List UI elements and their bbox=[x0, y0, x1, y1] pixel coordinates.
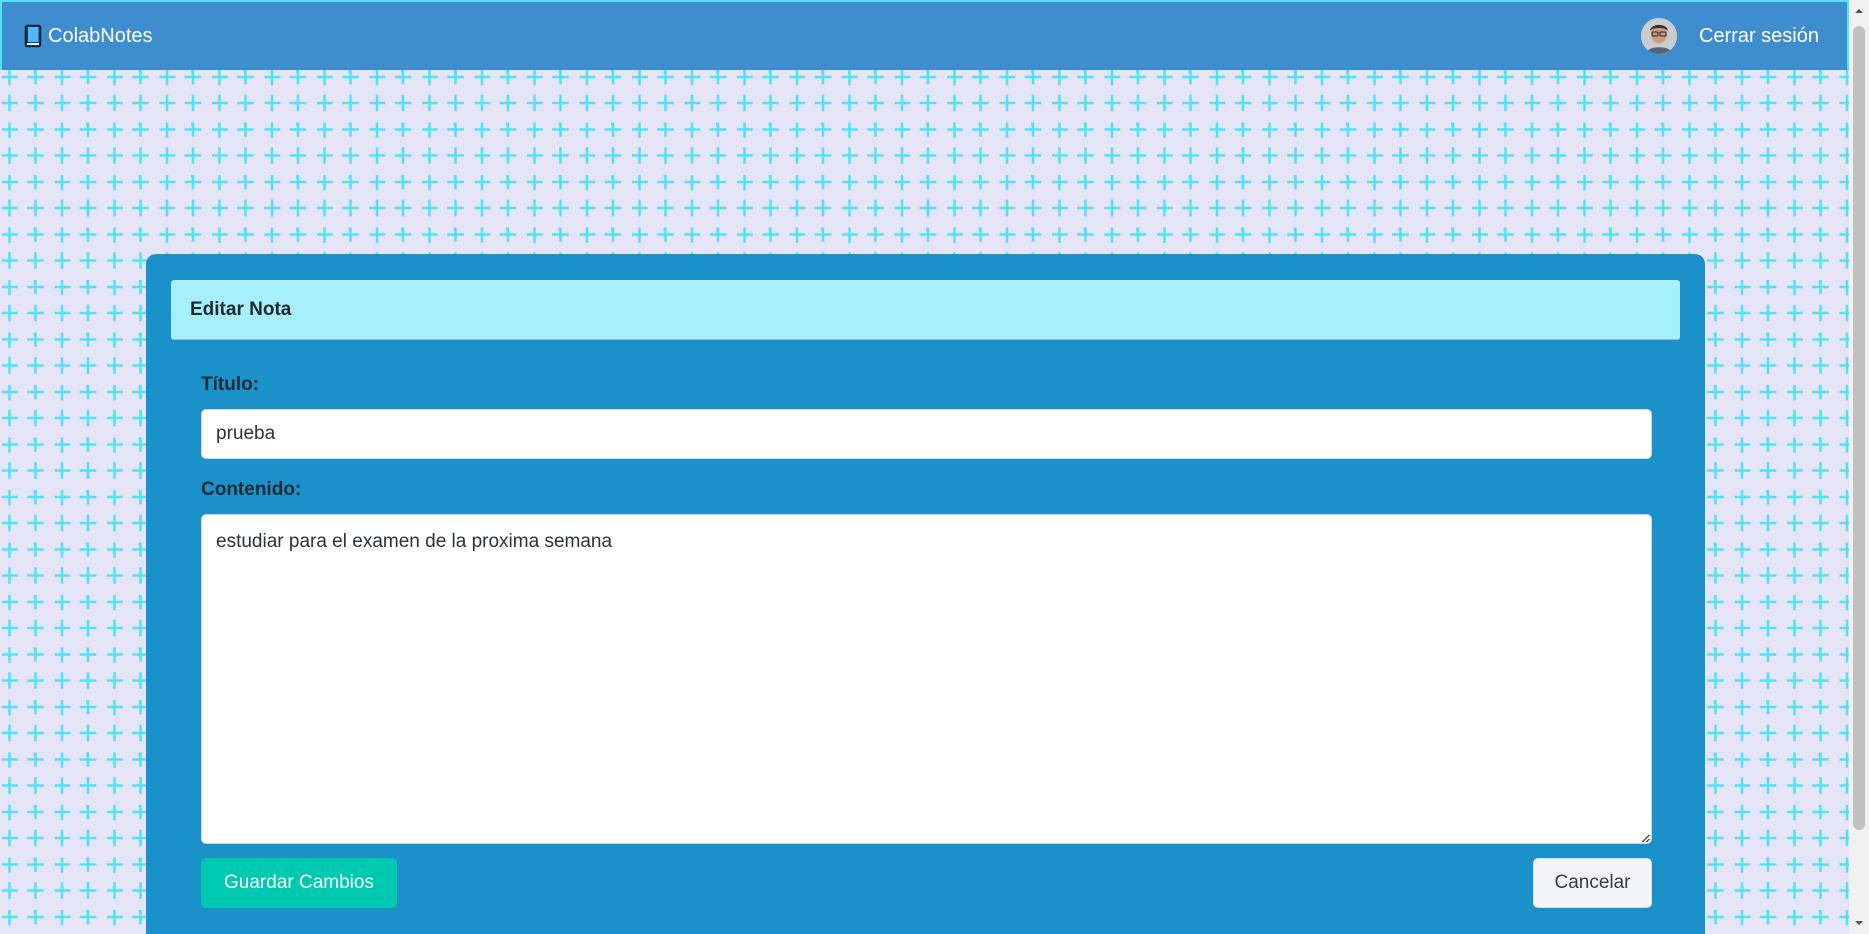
logout-link[interactable]: Cerrar sesión bbox=[1699, 25, 1819, 48]
top-navbar: ColabNotes Cerrar sesión bbox=[2, 2, 1847, 70]
cancel-button[interactable]: Cancelar bbox=[1533, 858, 1652, 908]
page-background: ColabNotes Cerrar sesión Editar Nota Tít… bbox=[0, 0, 1849, 934]
scrollbar-thumb[interactable] bbox=[1853, 26, 1865, 830]
brand-name: ColabNotes bbox=[48, 24, 153, 47]
book-icon bbox=[24, 24, 42, 48]
title-label: Título: bbox=[201, 374, 260, 395]
scroll-down-arrow-icon[interactable] bbox=[1849, 914, 1869, 932]
nav-right-group: Cerrar sesión bbox=[1640, 2, 1819, 70]
scroll-up-arrow-icon[interactable] bbox=[1849, 2, 1869, 20]
vertical-scrollbar[interactable] bbox=[1849, 0, 1869, 934]
user-avatar[interactable] bbox=[1640, 18, 1677, 54]
save-changes-button[interactable]: Guardar Cambios bbox=[201, 858, 397, 908]
edit-note-card: Editar Nota Título: Contenido: estudiar … bbox=[146, 254, 1705, 934]
card-title: Editar Nota bbox=[190, 298, 292, 320]
title-input[interactable] bbox=[201, 409, 1652, 459]
card-header: Editar Nota bbox=[171, 280, 1680, 340]
brand-link[interactable]: ColabNotes bbox=[24, 2, 153, 70]
content-label: Contenido: bbox=[201, 479, 302, 500]
content-textarea[interactable]: estudiar para el examen de la proxima se… bbox=[201, 514, 1652, 844]
